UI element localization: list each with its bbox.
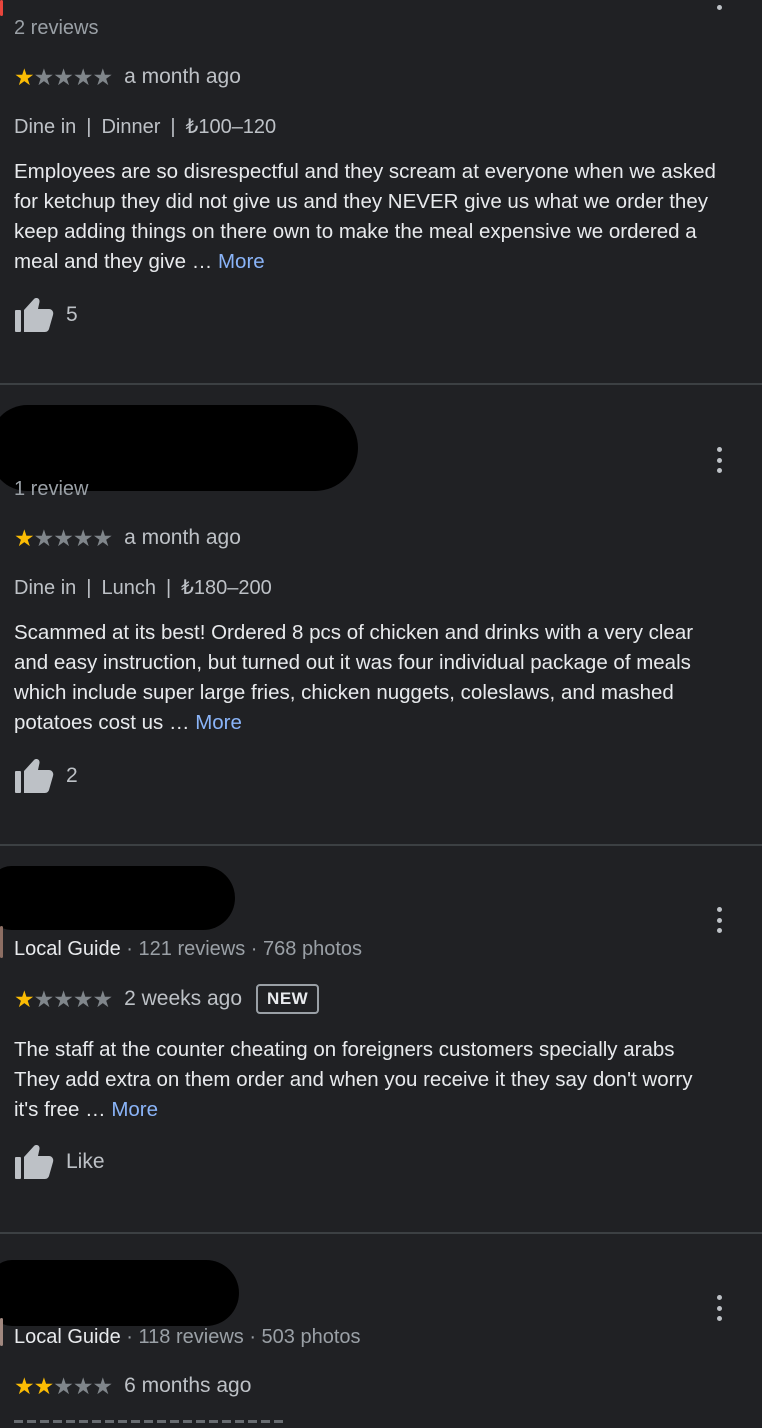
- more-link[interactable]: More: [195, 711, 242, 734]
- reviewer-meta[interactable]: Local Guide · 121 reviews · 768 photos: [14, 938, 362, 961]
- tag-service: Dine in: [14, 577, 77, 599]
- review-text-line: and easy instruction, but turned out it …: [14, 651, 691, 674]
- tag-price: ₺100–120: [185, 116, 277, 138]
- review-menu-button[interactable]: [710, 0, 728, 10]
- review-text-line: it's free …: [14, 1098, 112, 1121]
- star-icon: ★: [14, 525, 35, 551]
- review-text-line: for ketchup they did not give us and the…: [14, 190, 708, 213]
- review-date: a month ago: [124, 526, 241, 549]
- review-text-line: The staff at the counter cheating on for…: [14, 1038, 675, 1061]
- like-count: 2: [66, 764, 78, 787]
- more-vert-icon: [716, 447, 722, 452]
- more-link[interactable]: More: [111, 1098, 158, 1121]
- thumbs-up-icon: [15, 1145, 54, 1179]
- star-icon: ★: [72, 525, 94, 551]
- review-text: Scammed at its best! Ordered 8 pcs of ch…: [14, 618, 762, 738]
- star-rating: ★ ★ ★ ★ ★: [14, 985, 114, 1013]
- thumbs-up-icon: [15, 759, 54, 793]
- review-menu-button[interactable]: [710, 1295, 728, 1321]
- review-text-line: potatoes cost us …: [14, 711, 196, 734]
- review-date: a month ago: [124, 65, 241, 88]
- star-icon: ★: [92, 986, 114, 1012]
- star-icon: ★: [14, 1373, 35, 1399]
- reviewer-review-count: 121 reviews: [138, 938, 246, 960]
- star-icon: ★: [92, 1373, 114, 1399]
- more-vert-icon: [716, 1295, 722, 1300]
- star-icon: ★: [33, 525, 55, 551]
- star-icon: ★: [92, 525, 114, 551]
- reviewer-review-count: 2 reviews: [14, 17, 99, 39]
- review-text-line: keep adding things on there own to make …: [14, 220, 697, 243]
- tag-meal: Dinner: [101, 116, 161, 138]
- star-icon: ★: [72, 986, 94, 1012]
- review-tags: Dine in | Dinner | ₺100–120: [14, 116, 277, 138]
- like-label: Like: [66, 1150, 105, 1173]
- rating-row: ★ ★ ★ ★ ★ a month ago: [14, 63, 241, 91]
- avatar[interactable]: [0, 926, 3, 958]
- reviewer-meta[interactable]: Local Guide · 118 reviews · 503 photos: [14, 1326, 361, 1349]
- like-button[interactable]: 2: [14, 757, 78, 795]
- review-date: 2 weeks ago: [124, 987, 243, 1010]
- star-icon: ★: [53, 1373, 74, 1399]
- tag-meal: Lunch: [101, 577, 156, 599]
- reviewer-review-count: 118 reviews: [138, 1326, 244, 1348]
- star-icon: ★: [53, 986, 74, 1012]
- review-tags: Dine in | Lunch | ₺180–200: [14, 577, 272, 599]
- review-divider: [0, 1232, 762, 1234]
- review-text-line: which include super large fries, chicken…: [14, 681, 674, 704]
- local-guide-label: Local Guide: [14, 938, 121, 960]
- like-button[interactable]: 5: [14, 296, 78, 334]
- review-date: 6 months ago: [124, 1374, 252, 1397]
- redacted-reviewer-name: [0, 866, 235, 930]
- new-badge: NEW: [256, 984, 320, 1014]
- rating-row: ★ ★ ★ ★ ★ 2 weeks ago NEW: [14, 984, 320, 1014]
- review-text: The staff at the counter cheating on for…: [14, 1035, 762, 1125]
- reviewer-review-count: 1 review: [14, 478, 89, 500]
- review-text-line: They add extra on them order and when yo…: [14, 1068, 693, 1091]
- star-icon: ★: [72, 1373, 94, 1399]
- star-rating: ★ ★ ★ ★ ★: [14, 1372, 114, 1400]
- reviewer-meta[interactable]: 1 review: [14, 478, 88, 501]
- star-icon: ★: [72, 64, 94, 90]
- more-vert-icon: [716, 907, 722, 912]
- star-icon: ★: [33, 986, 55, 1012]
- rating-row: ★ ★ ★ ★ ★ 6 months ago: [14, 1372, 251, 1400]
- star-rating: ★ ★ ★ ★ ★: [14, 524, 114, 552]
- rating-row: ★ ★ ★ ★ ★ a month ago: [14, 524, 241, 552]
- tag-service: Dine in: [14, 116, 77, 138]
- redacted-reviewer-name: [0, 1260, 239, 1326]
- star-icon: ★: [53, 64, 74, 90]
- review-text: Employees are so disrespectful and they …: [14, 157, 762, 277]
- local-guide-label: Local Guide: [14, 1326, 121, 1348]
- avatar[interactable]: [0, 0, 3, 16]
- review-divider: [0, 383, 762, 385]
- review-text-line: meal and they give …: [14, 250, 218, 273]
- star-icon: ★: [92, 64, 114, 90]
- review-divider: [0, 844, 762, 846]
- review-text-line: Employees are so disrespectful and they …: [14, 160, 716, 183]
- star-icon: ★: [53, 525, 74, 551]
- review-menu-button[interactable]: [710, 907, 728, 933]
- review-menu-button[interactable]: [710, 447, 728, 473]
- star-icon: ★: [14, 64, 35, 90]
- more-link[interactable]: More: [218, 250, 265, 273]
- reviews-list: 2 reviews ★ ★ ★ ★ ★ a month ago Dine in | Dinn…: [0, 0, 762, 1428]
- reviewer-photo-count: 768 photos: [263, 938, 363, 960]
- star-icon: ★: [33, 1373, 55, 1399]
- like-count: 5: [66, 303, 78, 326]
- reviewer-photo-count: 503 photos: [261, 1326, 361, 1348]
- reviewer-meta[interactable]: 2 reviews: [14, 17, 98, 40]
- star-icon: ★: [33, 64, 55, 90]
- star-icon: ★: [14, 986, 35, 1012]
- review-tags-cutoff: [14, 1420, 294, 1428]
- like-button[interactable]: Like: [14, 1143, 105, 1181]
- tag-price: ₺180–200: [181, 577, 272, 599]
- review-text-line: Scammed at its best! Ordered 8 pcs of ch…: [14, 621, 694, 644]
- avatar[interactable]: [0, 1318, 3, 1346]
- star-rating: ★ ★ ★ ★ ★: [14, 63, 114, 91]
- thumbs-up-icon: [15, 298, 54, 332]
